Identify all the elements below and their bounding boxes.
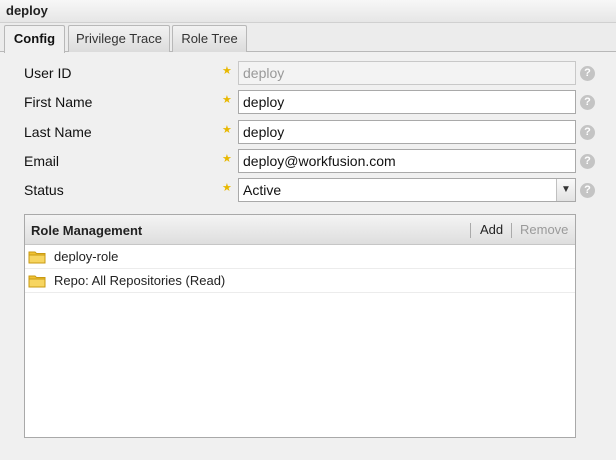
row-status: Status ★ Active ▼ ? <box>0 178 616 204</box>
toolbar-separator <box>511 223 512 238</box>
status-label: Status <box>24 182 64 198</box>
status-select[interactable]: Active ▼ <box>238 178 576 202</box>
required-star-icon: ★ <box>222 124 232 136</box>
user-id-label: User ID <box>24 65 72 81</box>
role-management-header: Role Management Add Remove <box>25 215 575 245</box>
required-star-icon: ★ <box>222 65 232 77</box>
help-icon[interactable]: ? <box>580 95 595 110</box>
tab-bar: Config Privilege Trace Role Tree <box>0 23 616 53</box>
status-value: Active <box>243 182 282 198</box>
row-first-name: First Name ★ ? <box>0 90 616 116</box>
first-name-field[interactable] <box>238 90 576 114</box>
add-role-button[interactable]: Add <box>480 222 503 237</box>
role-list-item[interactable]: deploy-role <box>25 245 575 269</box>
required-star-icon: ★ <box>222 94 232 106</box>
help-icon[interactable]: ? <box>580 66 595 81</box>
required-star-icon: ★ <box>222 182 232 194</box>
row-email: Email ★ ? <box>0 149 616 175</box>
tab-privilege-trace[interactable]: Privilege Trace <box>68 25 170 52</box>
remove-role-button[interactable]: Remove <box>520 222 568 237</box>
role-management-title: Role Management <box>31 223 143 238</box>
email-label: Email <box>24 153 60 169</box>
user-id-field <box>238 61 576 85</box>
row-user-id: User ID ★ ? <box>0 61 616 87</box>
email-field[interactable] <box>238 149 576 173</box>
required-star-icon: ★ <box>222 153 232 165</box>
tab-config[interactable]: Config <box>4 25 65 53</box>
toolbar-separator <box>470 223 471 238</box>
help-icon[interactable]: ? <box>580 183 595 198</box>
folder-icon <box>28 251 46 264</box>
role-management-grid: Role Management Add Remove deploy-role R… <box>24 214 576 438</box>
last-name-field[interactable] <box>238 120 576 144</box>
panel-title: deploy <box>0 0 616 23</box>
first-name-label: First Name <box>24 94 93 110</box>
last-name-label: Last Name <box>24 124 92 140</box>
help-icon[interactable]: ? <box>580 154 595 169</box>
row-last-name: Last Name ★ ? <box>0 120 616 146</box>
folder-icon <box>28 275 46 288</box>
chevron-down-icon[interactable]: ▼ <box>556 179 575 201</box>
config-form: User ID ★ ? First Name ★ ? Last Name ★ ?… <box>0 53 616 460</box>
role-name: deploy-role <box>54 249 119 264</box>
role-name: Repo: All Repositories (Read) <box>54 273 226 288</box>
tab-role-tree[interactable]: Role Tree <box>172 25 247 52</box>
role-list-item[interactable]: Repo: All Repositories (Read) <box>25 269 575 293</box>
help-icon[interactable]: ? <box>580 125 595 140</box>
